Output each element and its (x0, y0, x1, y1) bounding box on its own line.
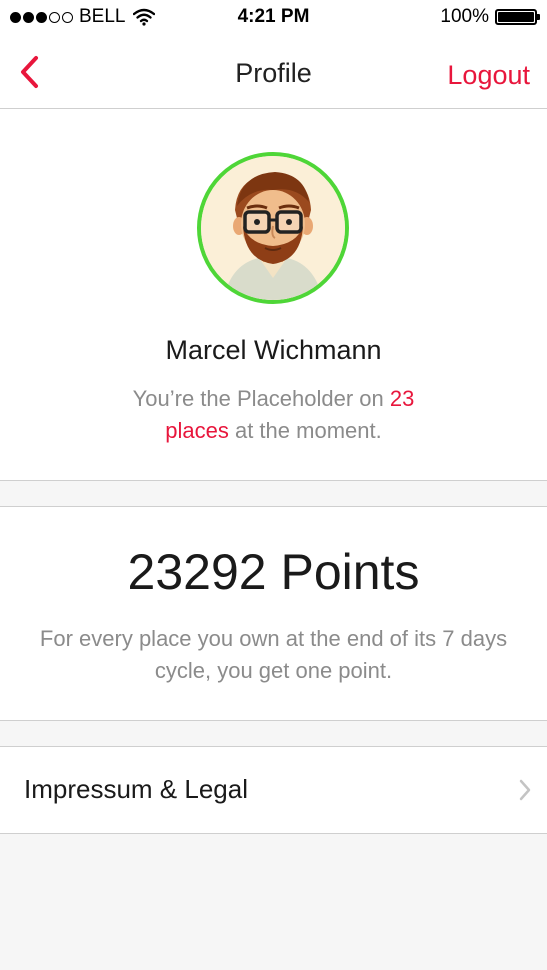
battery-fill (498, 12, 534, 22)
profile-desc-suffix: at the moment. (228, 418, 382, 443)
impressum-legal-row[interactable]: Impressum & Legal (0, 746, 547, 834)
points-description: For every place you own at the end of it… (39, 626, 508, 683)
chevron-right-icon (519, 779, 531, 801)
avatar[interactable] (197, 152, 349, 304)
points-total: 23292 Points (127, 544, 420, 600)
status-bar: BELL 4:21 PM 100% (0, 0, 547, 36)
profile-description: You’re the Placeholder on 23 places at t… (100, 383, 447, 447)
points-section: 23292 Points For every place you own at … (0, 506, 547, 721)
impressum-legal-label: Impressum & Legal (24, 774, 248, 804)
nav-bar: Profile Logout (0, 36, 547, 109)
logout-button[interactable]: Logout (447, 60, 530, 91)
battery-icon (495, 9, 540, 25)
profile-name: Marcel Wichmann (165, 335, 382, 365)
profile-desc-prefix: You’re the Placeholder on (132, 386, 390, 411)
avatar-illustration (201, 156, 345, 300)
battery-percent: 100% (440, 6, 489, 27)
profile-section: Marcel Wichmann You’re the Placeholder o… (0, 109, 547, 481)
status-right: 100% (440, 6, 540, 28)
